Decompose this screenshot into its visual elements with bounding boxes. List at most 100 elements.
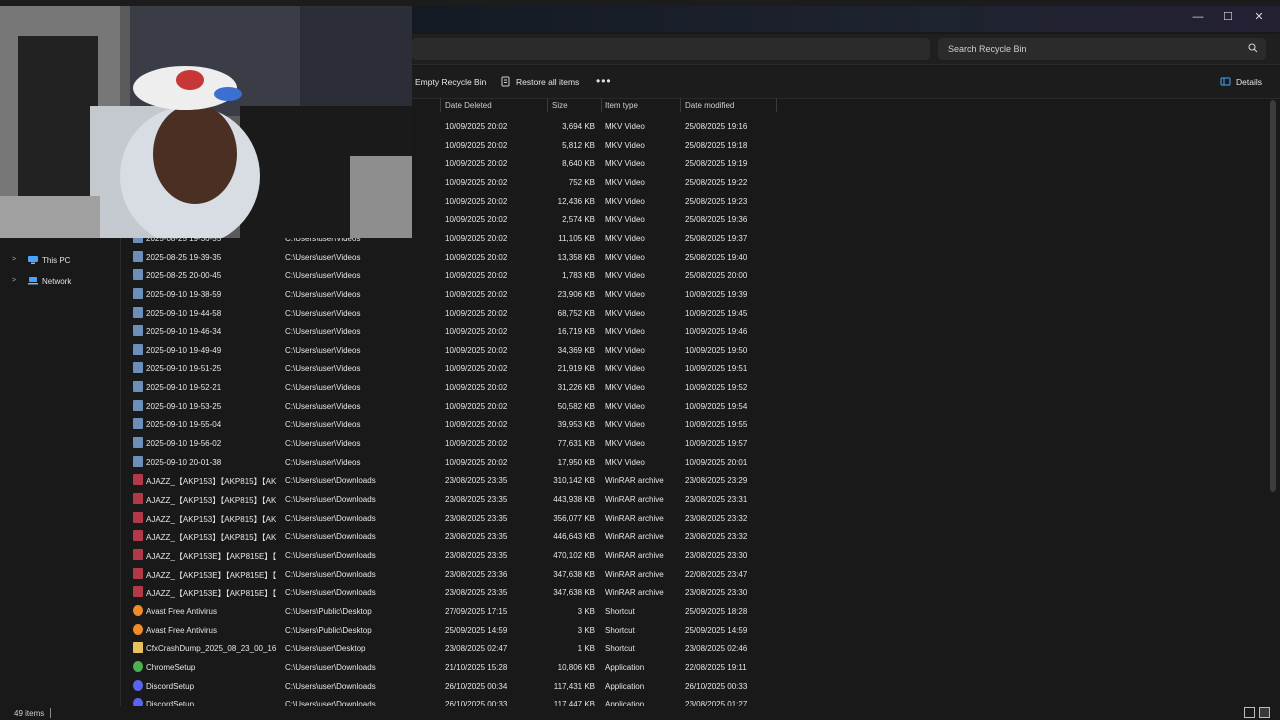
search-box[interactable]: Search Recycle Bin <box>938 38 1266 60</box>
date-deleted: 10/09/2025 20:02 <box>445 401 508 411</box>
column-divider[interactable] <box>776 98 777 112</box>
details-button[interactable]: Details <box>1236 77 1262 87</box>
table-row[interactable]: AJAZZ_【AKP153E】【AKP815E】【AKP... C:\Users\… <box>120 583 780 601</box>
table-row[interactable]: 2025-09-10 19-38-59 C:\Users\user\Videos 1… <box>120 285 780 303</box>
table-row[interactable]: AJAZZ_【AKP153】【AKP815】【AKP03... C:\Users\… <box>120 527 780 545</box>
video-file-icon <box>133 269 143 281</box>
details-view-button[interactable] <box>1244 707 1255 718</box>
item-type: MKV Video <box>605 233 645 243</box>
video-file-icon <box>133 250 143 262</box>
date-deleted: 23/08/2025 23:35 <box>445 550 508 560</box>
table-row[interactable]: 2025-09-10 20-01-38 C:\Users\user\Videos 1… <box>120 453 780 471</box>
date-modified: 10/09/2025 19:45 <box>685 308 748 318</box>
date-modified: 10/09/2025 19:57 <box>685 439 748 449</box>
table-row[interactable]: ChromeSetup C:\Users\user\Downloads 21/10/… <box>120 658 780 676</box>
more-options-button[interactable]: ••• <box>596 74 612 88</box>
file-size: 10,806 KB <box>557 662 595 672</box>
date-deleted: 25/09/2025 14:59 <box>445 625 508 635</box>
table-row[interactable]: CfxCrashDump_2025_08_23_00_16_... C:\User… <box>120 639 780 657</box>
table-row[interactable]: 2025-09-10 19-46-34 C:\Users\user\Videos 1… <box>120 322 780 340</box>
file-name: 2025-09-10 19-53-25 <box>146 401 222 411</box>
file-name: DiscordSetup <box>146 681 195 691</box>
search-input[interactable]: Search Recycle Bin <box>948 44 1027 54</box>
file-name: AJAZZ_【AKP153E】【AKP815E】【AKP... <box>146 570 276 580</box>
date-deleted: 10/09/2025 20:02 <box>445 345 508 355</box>
column-header-size[interactable]: Size <box>552 101 568 110</box>
date-deleted: 23/08/2025 23:36 <box>445 569 508 579</box>
original-location: C:\Users\user\Videos <box>285 252 361 262</box>
table-row[interactable]: 2025-09-10 19-55-04 C:\Users\user\Videos 1… <box>120 415 780 433</box>
date-modified: 23/08/2025 02:46 <box>685 644 748 654</box>
date-modified: 25/08/2025 19:36 <box>685 215 748 225</box>
close-button[interactable]: ✕ <box>1244 8 1274 26</box>
file-size: 23,906 KB <box>557 289 595 299</box>
table-row[interactable]: 2025-09-10 19-49-49 C:\Users\user\Videos 1… <box>120 341 780 359</box>
empty-recycle-bin-button[interactable]: Empty Recycle Bin <box>415 77 486 87</box>
column-divider[interactable] <box>440 98 441 112</box>
address-bar[interactable] <box>412 38 930 60</box>
date-deleted: 10/09/2025 20:02 <box>445 457 508 467</box>
file-size: 2,574 KB <box>562 215 595 225</box>
item-type: MKV Video <box>605 439 645 449</box>
file-name: 2025-09-10 19-46-34 <box>146 327 222 337</box>
tiles-view-button[interactable] <box>1259 707 1270 718</box>
table-row[interactable]: 2025-09-10 19-51-25 C:\Users\user\Videos 1… <box>120 359 780 377</box>
column-divider[interactable] <box>680 98 681 112</box>
file-name: 2025-09-10 19-38-59 <box>146 289 222 299</box>
date-deleted: 10/09/2025 20:02 <box>445 364 508 374</box>
minimize-button[interactable]: — <box>1183 8 1213 26</box>
table-row[interactable]: 2025-08-25 20-00-45 C:\Users\user\Videos 1… <box>120 266 780 284</box>
date-deleted: 23/08/2025 02:47 <box>445 644 508 654</box>
maximize-button[interactable]: ☐ <box>1213 8 1243 26</box>
table-row[interactable]: 2025-09-10 19-52-21 C:\Users\user\Videos 1… <box>120 378 780 396</box>
column-header-date-deleted[interactable]: Date Deleted <box>445 101 492 110</box>
original-location: C:\Users\user\Videos <box>285 345 361 355</box>
item-type: Shortcut <box>605 625 635 635</box>
webcam-overlay <box>0 6 412 238</box>
table-row[interactable]: AJAZZ_【AKP153E】【AKP815E】【AKP... C:\Users\… <box>120 546 780 564</box>
file-size: 13,358 KB <box>557 252 595 262</box>
date-modified: 10/09/2025 19:54 <box>685 401 748 411</box>
original-location: C:\Users\Public\Desktop <box>285 606 372 616</box>
table-row[interactable]: DiscordSetup C:\Users\user\Downloads 26/10… <box>120 677 780 695</box>
file-size: 68,752 KB <box>557 308 595 318</box>
table-row[interactable]: Avast Free Antivirus C:\Users\Public\Desk… <box>120 621 780 639</box>
column-divider[interactable] <box>601 98 602 112</box>
restore-all-items-button[interactable]: Restore all items <box>516 77 579 87</box>
item-type: MKV Video <box>605 215 645 225</box>
item-type: MKV Video <box>605 457 645 467</box>
table-row[interactable]: 2025-08-25 19-39-35 C:\Users\user\Videos 1… <box>120 248 780 266</box>
chevron-right-icon[interactable]: > <box>12 277 16 284</box>
date-deleted: 10/09/2025 20:02 <box>445 196 508 206</box>
table-row[interactable]: 2025-09-10 19-56-02 C:\Users\user\Videos 1… <box>120 434 780 452</box>
file-size: 3 KB <box>577 625 595 635</box>
table-row[interactable]: 2025-09-10 19-53-25 C:\Users\user\Videos 1… <box>120 397 780 415</box>
chevron-right-icon[interactable]: > <box>12 256 16 263</box>
video-file-icon <box>133 362 143 374</box>
table-row[interactable]: AJAZZ_【AKP153】【AKP815】【AKP03... C:\Users\… <box>120 509 780 527</box>
file-size: 1,783 KB <box>562 271 595 281</box>
table-row[interactable]: 2025-09-10 19-44-58 C:\Users\user\Videos 1… <box>120 304 780 322</box>
column-header-date-modified[interactable]: Date modified <box>685 101 734 110</box>
date-deleted: 23/08/2025 23:35 <box>445 513 508 523</box>
column-divider[interactable] <box>547 98 548 112</box>
date-deleted: 10/09/2025 20:02 <box>445 420 508 430</box>
date-deleted: 10/09/2025 20:02 <box>445 233 508 243</box>
original-location: C:\Users\user\Videos <box>285 457 361 467</box>
original-location: C:\Users\user\Videos <box>285 383 361 393</box>
vertical-scrollbar[interactable] <box>1270 100 1276 492</box>
item-type: MKV Video <box>605 140 645 150</box>
file-size: 8,640 KB <box>562 159 595 169</box>
original-location: C:\Users\user\Desktop <box>285 644 366 654</box>
column-header-item-type[interactable]: Item type <box>605 101 638 110</box>
table-row[interactable]: AJAZZ_【AKP153】【AKP815】【AKP03... C:\Users\… <box>120 471 780 489</box>
details-pane-icon <box>1220 77 1231 86</box>
search-icon[interactable] <box>1248 43 1258 53</box>
file-size: 5,812 KB <box>562 140 595 150</box>
date-deleted: 10/09/2025 20:02 <box>445 383 508 393</box>
table-row[interactable]: Avast Free Antivirus C:\Users\Public\Desk… <box>120 602 780 620</box>
video-file-icon <box>133 399 143 411</box>
file-size: 39,953 KB <box>557 420 595 430</box>
table-row[interactable]: AJAZZ_【AKP153】【AKP815】【AKP03... C:\Users\… <box>120 490 780 508</box>
table-row[interactable]: AJAZZ_【AKP153E】【AKP815E】【AKP... C:\Users\… <box>120 565 780 583</box>
